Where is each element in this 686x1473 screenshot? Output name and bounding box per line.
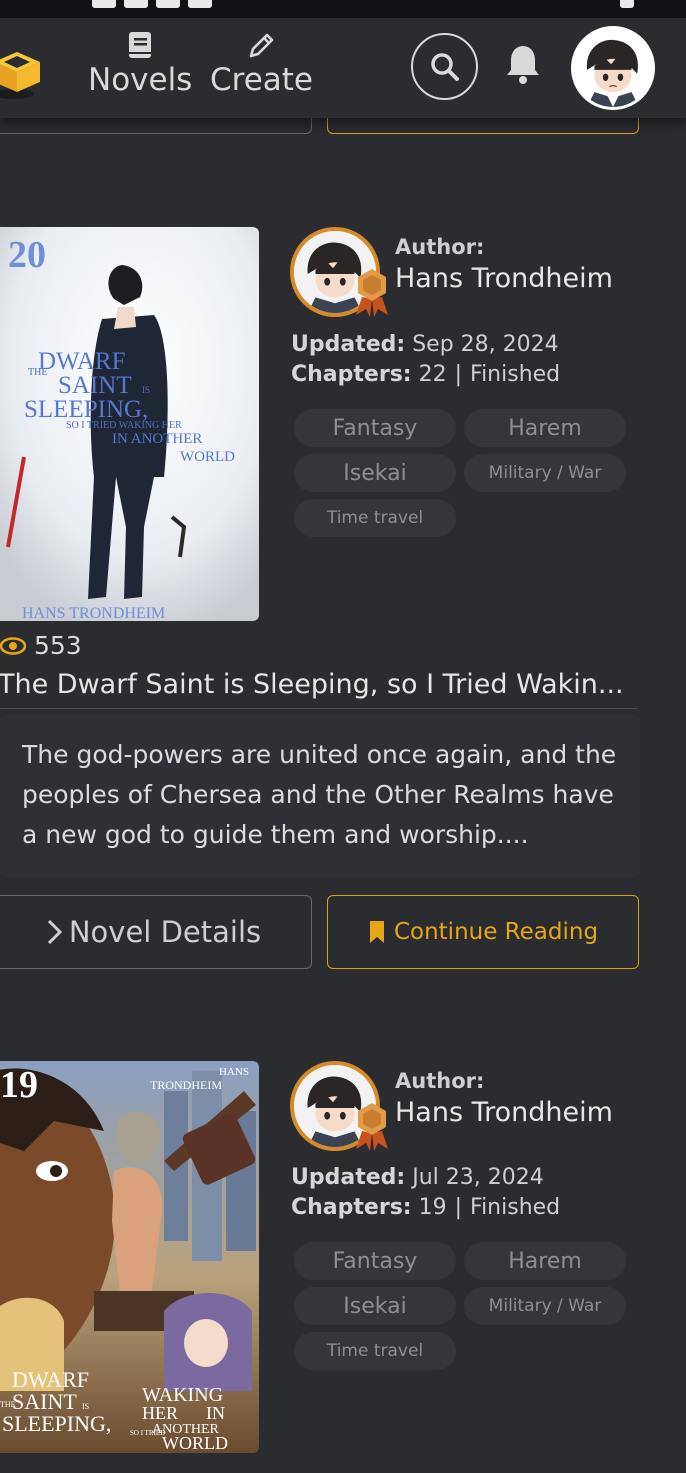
user-avatar[interactable]	[571, 26, 655, 110]
cover-title-line: HER	[142, 1403, 178, 1423]
novel-description: The god-powers are united once again, an…	[0, 715, 640, 877]
chapters-label: Chapters:	[291, 362, 412, 387]
continue-reading-label: Continue Reading	[393, 919, 599, 945]
cover-title-line: SLEEPING,	[2, 1411, 111, 1436]
nav-create[interactable]: Create	[210, 30, 313, 98]
novel-cover-image[interactable]: 19 HANS TRONDHEIM THE DWARF SAINT IS SLE…	[0, 1061, 259, 1453]
view-count-value: 553	[34, 631, 82, 660]
cover-volume-number: 20	[8, 234, 46, 276]
updated-value: Jul 23, 2024	[412, 1165, 544, 1190]
status-glyph	[620, 0, 634, 8]
genre-tag[interactable]: Harem	[464, 1242, 626, 1280]
search-icon	[430, 52, 459, 81]
cover-title-line: IS	[82, 1402, 89, 1411]
cover-title-line: IN	[206, 1403, 225, 1423]
updated-label: Updated:	[291, 1165, 406, 1190]
notification-bell-icon[interactable]	[503, 42, 543, 86]
genre-tag[interactable]: Military / War	[464, 1287, 626, 1325]
genre-tag[interactable]: Harem	[464, 409, 626, 447]
novel-title[interactable]: The Dwarf Saint is Sleeping, so I Tried …	[0, 669, 638, 709]
description-text: The god-powers are united once again, an…	[22, 740, 617, 849]
site-logo-icon[interactable]	[0, 46, 44, 100]
novel-details-button[interactable]: Novel Details	[0, 895, 312, 969]
book-icon	[129, 32, 152, 58]
continue-reading-button[interactable]: Continue Reading	[327, 895, 639, 969]
chapters-row: Chapters: 19 | Finished	[291, 1195, 560, 1220]
updated-row: Updated: Sep 28, 2024	[291, 332, 559, 357]
eye-icon	[0, 636, 26, 655]
view-count: 553	[0, 631, 82, 660]
author-name[interactable]: Hans Trondheim	[395, 1097, 613, 1128]
genre-tag[interactable]: Time travel	[294, 1332, 456, 1370]
genre-tag[interactable]: Time travel	[294, 499, 456, 537]
cover-volume-number: 19	[0, 1064, 38, 1106]
top-navigation: Novels Create	[0, 18, 686, 118]
cover-title-line: WORLD	[180, 449, 235, 465]
updated-label: Updated:	[291, 332, 406, 357]
separator: |	[454, 362, 463, 387]
pencil-icon	[249, 33, 273, 58]
status-glyph	[92, 0, 116, 8]
cover-author-line: HANS	[219, 1066, 249, 1078]
nav-novels-label: Novels	[88, 62, 193, 98]
cover-title-line: IS	[142, 385, 150, 395]
author-label: Author:	[395, 235, 485, 259]
cover-title-line: SLEEPING,	[24, 396, 148, 423]
search-button[interactable]	[411, 33, 478, 100]
chapters-value: 22	[418, 362, 447, 387]
genre-tag[interactable]: Isekai	[294, 1287, 456, 1325]
chapters-label: Chapters:	[291, 1195, 412, 1220]
author-name[interactable]: Hans Trondheim	[395, 263, 613, 294]
cover-title-line: IN ANOTHER	[112, 431, 202, 447]
nav-create-label: Create	[210, 62, 314, 98]
novel-details-label: Novel Details	[68, 915, 262, 949]
nav-novels[interactable]: Novels	[88, 30, 192, 98]
updated-row: Updated: Jul 23, 2024	[291, 1165, 544, 1190]
status-glyph	[188, 0, 212, 8]
genre-tag[interactable]: Fantasy	[294, 1242, 456, 1280]
author-rank-badge-icon	[352, 267, 392, 317]
bookmark-icon	[369, 921, 384, 943]
status-text: Finished	[470, 362, 561, 387]
status-text: Finished	[470, 1195, 561, 1220]
author-label: Author:	[395, 1069, 485, 1093]
cover-title-line: SAINT	[58, 372, 132, 399]
separator: |	[454, 1195, 463, 1220]
chapters-value: 19	[418, 1195, 447, 1220]
status-bar	[0, 0, 686, 18]
genre-tag[interactable]: Isekai	[294, 454, 456, 492]
cover-author: HANS TRONDHEIM	[22, 605, 165, 621]
chevron-right-icon	[47, 919, 62, 945]
cover-title-line: WORLD	[162, 1433, 228, 1453]
author-rank-badge-icon	[352, 1101, 392, 1151]
status-glyph	[156, 0, 180, 8]
novel-cover-image[interactable]: 20 THE DWARF SAINT IS SLEEPING, SO I TRI…	[0, 227, 259, 621]
cover-title-line: SO I TRIED WAKING HER	[66, 420, 182, 431]
chapters-row: Chapters: 22 | Finished	[291, 362, 560, 387]
updated-value: Sep 28, 2024	[412, 332, 559, 357]
status-glyph	[124, 0, 148, 8]
genre-tag[interactable]: Military / War	[464, 454, 626, 492]
cover-title-line: DWARF	[38, 348, 126, 375]
genre-tag[interactable]: Fantasy	[294, 409, 456, 447]
cover-author-line: TRONDHEIM	[150, 1078, 222, 1092]
